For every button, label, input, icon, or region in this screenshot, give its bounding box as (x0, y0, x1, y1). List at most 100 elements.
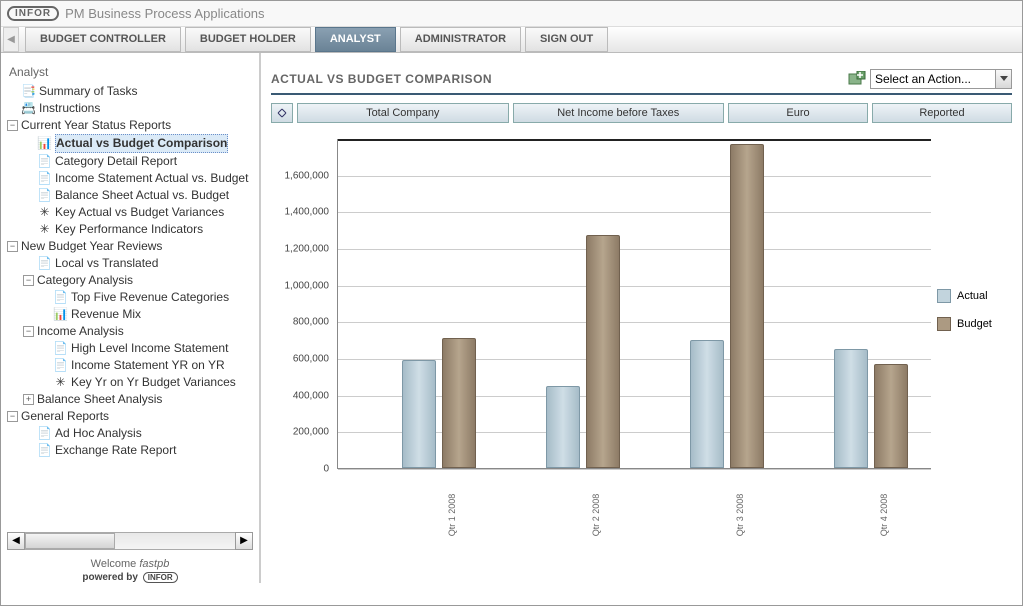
nav-tree: 📑Summary of Tasks 📇Instructions −Current… (5, 83, 259, 459)
collapse-icon[interactable]: − (7, 241, 18, 252)
tree-income-statement-yoy[interactable]: 📄Income Statement YR on YR (37, 357, 259, 374)
report-icon: 📄 (53, 342, 68, 355)
sidebar: Analyst 📑Summary of Tasks 📇Instructions … (1, 53, 261, 583)
page-title: ACTUAL VS BUDGET COMPARISON (271, 72, 492, 86)
x-tick-label: Qtr 3 2008 (735, 494, 745, 537)
collapse-icon[interactable]: − (23, 326, 34, 337)
report-icon: 📄 (53, 359, 68, 372)
y-tick-label: 1,400,000 (285, 207, 330, 218)
y-tick-label: 200,000 (293, 427, 329, 438)
bar-group (834, 349, 908, 468)
action-select-label: Select an Action... (871, 72, 995, 86)
variance-icon: ✳ (37, 206, 52, 219)
filter-currency[interactable]: Euro (728, 103, 868, 123)
x-tick-label: Qtr 1 2008 (447, 494, 457, 537)
bar-actual (402, 360, 436, 468)
y-axis: 0200,000400,000600,000800,0001,000,0001,… (271, 139, 333, 469)
tree-current-year-status-reports[interactable]: −Current Year Status Reports (5, 117, 259, 134)
tab-administrator[interactable]: ADMINISTRATOR (400, 27, 521, 52)
chevron-down-icon[interactable] (995, 70, 1011, 88)
tab-budget-holder[interactable]: BUDGET HOLDER (185, 27, 311, 52)
task-icon: 📑 (21, 85, 36, 98)
scroll-thumb[interactable] (25, 533, 115, 549)
expand-icon[interactable]: + (23, 394, 34, 405)
tab-sign-out[interactable]: SIGN OUT (525, 27, 608, 52)
bar-budget (442, 338, 476, 468)
chart-legend: Actual Budget (937, 129, 1012, 529)
add-action-icon[interactable] (848, 71, 866, 87)
bar-actual (546, 386, 580, 469)
action-select[interactable]: Select an Action... (870, 69, 1012, 89)
y-tick-label: 1,600,000 (285, 170, 330, 181)
bar-group (690, 144, 764, 469)
tree-summary-of-tasks[interactable]: 📑Summary of Tasks (5, 83, 259, 100)
tree-balance-sheet-avb[interactable]: 📄Balance Sheet Actual vs. Budget (21, 187, 259, 204)
bar-chart: 0200,000400,000600,000800,0001,000,0001,… (271, 129, 937, 529)
y-tick-label: 600,000 (293, 354, 329, 365)
tab-scroll-left-icon[interactable]: ◀ (3, 27, 19, 52)
tree-kpi[interactable]: ✳Key Performance Indicators (21, 221, 259, 238)
plot-area (337, 139, 931, 469)
tree-balance-sheet-analysis[interactable]: +Balance Sheet Analysis (21, 391, 259, 408)
y-tick-label: 800,000 (293, 317, 329, 328)
swatch-budget (937, 317, 951, 331)
y-tick-label: 0 (323, 464, 329, 475)
tree-key-avb-variances[interactable]: ✳Key Actual vs Budget Variances (21, 204, 259, 221)
powered-by: powered by INFOR (1, 572, 259, 583)
tree-new-budget-year-reviews[interactable]: −New Budget Year Reviews (5, 238, 259, 255)
report-icon: 📄 (37, 189, 52, 202)
help-icon: 📇 (21, 102, 36, 115)
filter-measure[interactable]: Net Income before Taxes (513, 103, 725, 123)
y-tick-label: 400,000 (293, 390, 329, 401)
bar-actual (690, 340, 724, 468)
tree-category-detail-report[interactable]: 📄Category Detail Report (21, 153, 259, 170)
tree-actual-vs-budget-comparison[interactable]: 📊Actual vs Budget Comparison (21, 134, 259, 153)
swatch-actual (937, 289, 951, 303)
tree-income-analysis[interactable]: −Income Analysis (21, 323, 259, 340)
brand-logo: INFOR (7, 6, 59, 21)
tree-high-level-income-statement[interactable]: 📄High Level Income Statement (37, 340, 259, 357)
chart-icon: 📊 (37, 137, 52, 150)
tree-category-analysis[interactable]: −Category Analysis (21, 272, 259, 289)
tree-top-five-revenue[interactable]: 📄Top Five Revenue Categories (37, 289, 259, 306)
collapse-icon[interactable]: − (7, 120, 18, 131)
chart-icon: 📊 (53, 308, 68, 321)
app-title: PM Business Process Applications (65, 6, 264, 21)
scroll-track[interactable] (25, 532, 235, 550)
x-tick-label: Qtr 4 2008 (879, 494, 889, 537)
expand-filter-icon[interactable] (271, 103, 293, 123)
report-icon: 📄 (53, 291, 68, 304)
bar-budget (874, 364, 908, 469)
bar-group (546, 235, 620, 468)
variance-icon: ✳ (53, 376, 68, 389)
welcome-text: Welcome fastpb (1, 558, 259, 570)
bar-group (402, 338, 476, 468)
x-tick-label: Qtr 2 2008 (591, 494, 601, 537)
sidebar-horizontal-scrollbar[interactable]: ◀ ▶ (7, 532, 253, 550)
tree-ad-hoc-analysis[interactable]: 📄Ad Hoc Analysis (21, 425, 259, 442)
bar-actual (834, 349, 868, 468)
tree-revenue-mix[interactable]: 📊Revenue Mix (37, 306, 259, 323)
brand-logo-small: INFOR (143, 572, 178, 583)
filter-company[interactable]: Total Company (297, 103, 509, 123)
tab-analyst[interactable]: ANALYST (315, 27, 396, 52)
y-tick-label: 1,200,000 (285, 244, 330, 255)
tree-key-yoy-budget-variances[interactable]: ✳Key Yr on Yr Budget Variances (37, 374, 259, 391)
report-icon: 📄 (37, 155, 52, 168)
filter-bar: Total Company Net Income before Taxes Eu… (271, 103, 1012, 123)
filter-scenario[interactable]: Reported (872, 103, 1012, 123)
x-axis: Qtr 1 2008Qtr 2 2008Qtr 3 2008Qtr 4 2008 (337, 473, 931, 523)
tree-income-statement-avb[interactable]: 📄Income Statement Actual vs. Budget (21, 170, 259, 187)
tab-budget-controller[interactable]: BUDGET CONTROLLER (25, 27, 181, 52)
collapse-icon[interactable]: − (23, 275, 34, 286)
app-header: INFOR PM Business Process Applications (1, 1, 1022, 27)
tree-instructions[interactable]: 📇Instructions (5, 100, 259, 117)
tree-general-reports[interactable]: −General Reports (5, 408, 259, 425)
scroll-right-icon[interactable]: ▶ (235, 532, 253, 550)
bar-budget (730, 144, 764, 469)
scroll-left-icon[interactable]: ◀ (7, 532, 25, 550)
tree-exchange-rate-report[interactable]: 📄Exchange Rate Report (21, 442, 259, 459)
tree-local-vs-translated[interactable]: 📄Local vs Translated (21, 255, 259, 272)
report-icon: 📄 (37, 444, 52, 457)
collapse-icon[interactable]: − (7, 411, 18, 422)
